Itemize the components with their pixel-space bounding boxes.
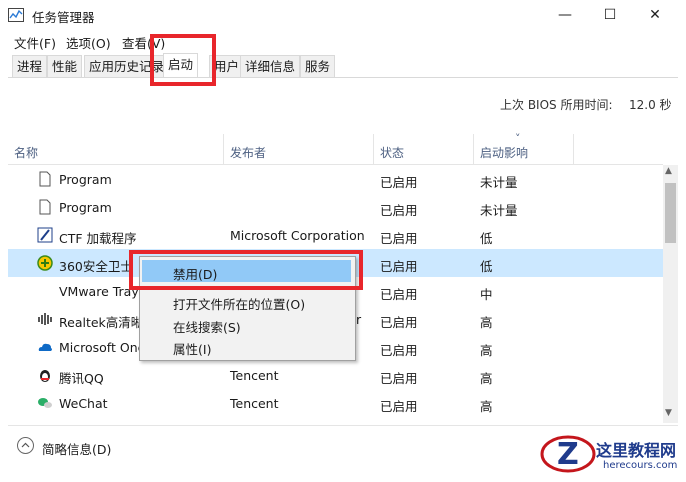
blank-file-icon	[37, 199, 53, 215]
menu-file[interactable]: 文件(F)	[14, 33, 56, 52]
row-impact: 高	[480, 399, 493, 414]
row-publisher: Tencent	[230, 368, 279, 383]
realtek-audio-icon	[37, 311, 53, 327]
row-name: WeChat	[59, 396, 108, 411]
menu-item-open-location[interactable]: 打开文件所在的位置(O)	[173, 294, 305, 313]
row-status: 已启用	[380, 259, 418, 274]
menu-item-search-online[interactable]: 在线搜索(S)	[173, 317, 241, 336]
row-publisher: r	[356, 312, 362, 327]
column-impact[interactable]: 启动影响	[480, 144, 528, 161]
row-name: 360安全卫士	[59, 259, 133, 274]
ctf-pen-icon	[37, 227, 53, 243]
scroll-up-icon[interactable]: ▲	[665, 166, 672, 176]
tab-performance[interactable]: 性能	[47, 55, 83, 77]
row-name: 腾讯QQ	[59, 371, 104, 386]
menu-item-properties[interactable]: 属性(I)	[173, 339, 211, 358]
row-publisher: Microsoft Corporation	[230, 228, 365, 243]
row-name: Realtek高清晰	[59, 315, 144, 330]
highlight-box-disable	[129, 250, 363, 290]
row-status: 已启用	[380, 399, 418, 414]
column-header	[8, 134, 663, 165]
column-divider[interactable]	[373, 134, 374, 164]
column-name[interactable]: 名称	[14, 144, 38, 161]
watermark-url: herecours.com	[603, 460, 678, 471]
minimize-button[interactable]: —	[542, 0, 588, 30]
row-name: Microsoft One	[59, 340, 146, 355]
row-impact: 低	[480, 259, 493, 274]
row-impact: 高	[480, 315, 493, 330]
row-impact: 高	[480, 343, 493, 358]
row-status: 已启用	[380, 287, 418, 302]
row-impact: 未计量	[480, 175, 518, 190]
row-status: 已启用	[380, 175, 418, 190]
column-status[interactable]: 状态	[380, 144, 404, 161]
column-publisher[interactable]: 发布者	[230, 144, 266, 161]
row-name: CTF 加载程序	[59, 231, 137, 246]
onedrive-cloud-icon	[37, 339, 53, 355]
row-impact: 未计量	[480, 203, 518, 218]
row-impact: 低	[480, 231, 493, 246]
column-divider[interactable]	[573, 134, 574, 164]
360-shield-icon	[37, 255, 53, 271]
table-row[interactable]	[8, 361, 663, 389]
row-status: 已启用	[380, 371, 418, 386]
wechat-icon	[37, 395, 53, 411]
chevron-up-icon[interactable]	[17, 437, 34, 454]
row-impact: 中	[480, 287, 493, 302]
column-divider[interactable]	[473, 134, 474, 164]
scrollbar-thumb[interactable]	[665, 183, 676, 243]
row-status: 已启用	[380, 231, 418, 246]
svg-text:Z: Z	[557, 437, 579, 472]
tab-processes[interactable]: 进程	[12, 55, 48, 77]
blank-file-icon	[37, 171, 53, 187]
scroll-down-icon[interactable]: ▼	[665, 408, 672, 418]
bios-time-label: 上次 BIOS 所用时间:	[500, 98, 613, 112]
menu-options[interactable]: 选项(O)	[66, 33, 111, 52]
qq-penguin-icon	[37, 367, 53, 383]
tab-details[interactable]: 详细信息	[240, 55, 301, 77]
row-impact: 高	[480, 371, 493, 386]
row-status: 已启用	[380, 315, 418, 330]
task-manager-icon	[8, 8, 24, 22]
column-divider[interactable]	[223, 134, 224, 164]
row-name: Program	[59, 172, 112, 187]
tab-services[interactable]: 服务	[300, 55, 336, 77]
footer-divider	[8, 425, 678, 426]
row-publisher: Tencent	[230, 396, 279, 411]
row-name: Program	[59, 200, 112, 215]
maximize-button[interactable]: ☐	[587, 0, 633, 30]
row-status: 已启用	[380, 203, 418, 218]
bios-time-value: 12.0 秒	[629, 98, 672, 112]
sort-chevron-icon: ˅	[515, 132, 521, 145]
highlight-box-startup-tab	[150, 34, 216, 86]
close-button[interactable]: ✕	[632, 0, 678, 30]
row-name: VMware Tray	[59, 284, 139, 299]
fewer-details-link[interactable]: 简略信息(D)	[42, 439, 111, 458]
watermark-title: 这里教程网	[596, 441, 677, 460]
window-title: 任务管理器	[32, 10, 95, 25]
row-status: 已启用	[380, 343, 418, 358]
